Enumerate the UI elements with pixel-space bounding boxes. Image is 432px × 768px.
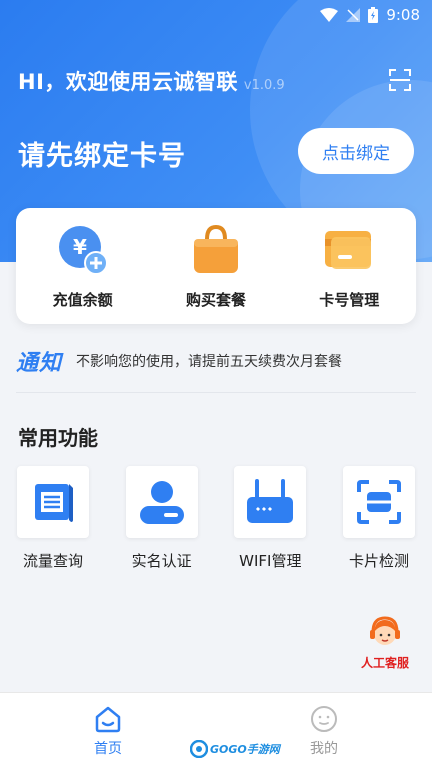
function-label: 流量查询 [22,552,83,570]
function-label: 卡片检测 [348,552,409,570]
watermark-text: GOGO手游网 [210,743,280,756]
function-wifi-manage[interactable]: WIFI管理 [233,466,307,576]
section-title: 常用功能 [18,426,98,450]
tab-home[interactable]: 首页 [48,704,168,758]
quick-action-label: 购买套餐 [185,290,246,309]
bind-prompt: 请先绑定卡号 [18,141,186,172]
status-time: 9:08 [386,6,420,24]
document-icon [35,484,73,522]
tab-label: 我的 [310,740,338,757]
function-real-name[interactable]: 实名认证 [125,466,199,576]
shopping-bag-icon [193,224,238,273]
notice-tag: 通知 [16,351,63,376]
customer-service-label: 人工客服 [360,656,409,670]
status-bar: 9:08 [0,0,432,30]
bind-button[interactable]: 点击绑定 [298,128,414,174]
quick-action-label: 卡号管理 [319,290,380,309]
version-label: v1.0.9 [243,77,285,93]
welcome-title: HI，欢迎使用云诚智联 [18,70,238,94]
quick-action-card-manage[interactable]: 卡号管理 [289,223,409,310]
welcome-row: HI，欢迎使用云诚智联 v1.0.9 [18,64,414,98]
svg-text:¥: ¥ [73,235,87,259]
function-label: 实名认证 [131,552,192,570]
scan-button[interactable] [386,66,414,94]
recharge-icon: ¥ [58,225,108,275]
card-icon [325,230,372,269]
functions-grid: 流量查询 实名认证 WIFI管理 卡片检测 [16,466,416,576]
notice-text: 不影响您的使用，请提前五天续费次月套餐 [76,354,343,370]
divider [16,392,416,393]
function-card-check[interactable]: 卡片检测 [342,466,416,576]
router-icon [247,479,294,523]
tab-profile[interactable]: 我的 [264,704,384,758]
quick-action-buy-package[interactable]: 购买套餐 [156,223,276,310]
customer-service-icon [370,616,400,645]
notice-bar[interactable]: 通知 不影响您的使用，请提前五天续费次月套餐 [16,344,416,378]
profile-icon [311,705,337,732]
battery-icon [368,7,379,23]
watermark-logo-icon [190,740,208,758]
quick-actions-card: ¥ 充值余额 购买套餐 卡号管理 [16,208,416,324]
function-data-query[interactable]: 流量查询 [16,466,90,576]
tab-label: 首页 [94,740,122,757]
quick-action-recharge[interactable]: ¥ 充值余额 [23,223,143,310]
customer-service-button[interactable]: 人工客服 [352,614,418,674]
scan-icon [389,69,411,91]
home-icon [95,706,121,732]
wifi-icon [320,8,339,22]
watermark: GOGO手游网 [190,738,280,760]
function-label: WIFI管理 [239,552,302,570]
user-icon [139,481,184,524]
signal-icon [346,8,361,22]
quick-action-label: 充值余额 [52,290,113,309]
scan-card-icon [356,480,401,524]
